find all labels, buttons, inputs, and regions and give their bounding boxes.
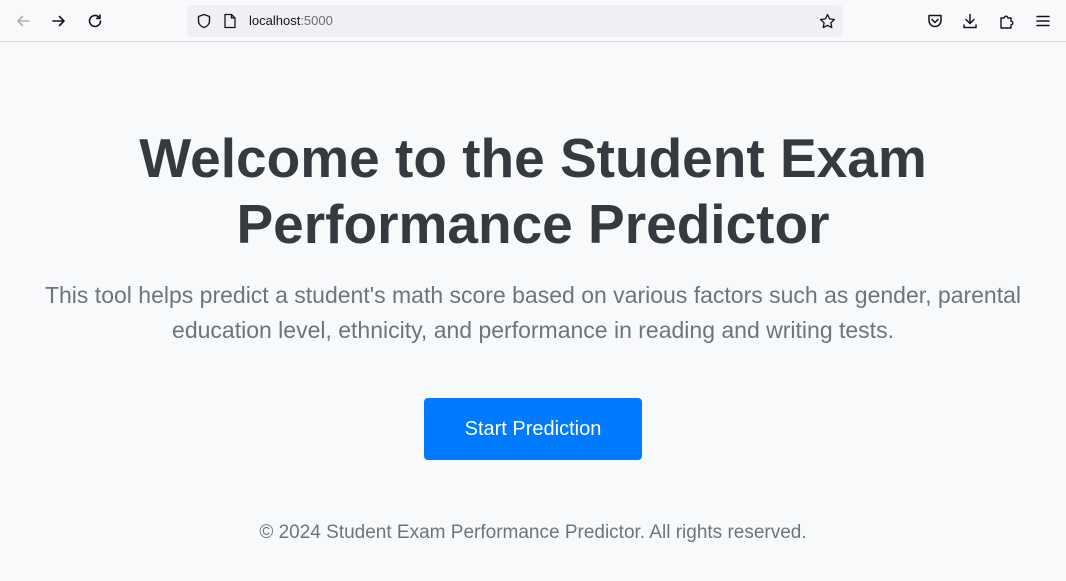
- arrow-left-icon: [17, 15, 30, 27]
- address-bar[interactable]: localhost:5000: [187, 5, 843, 37]
- shield-icon[interactable]: [194, 11, 214, 31]
- download-icon: [963, 13, 977, 29]
- app-menu-button[interactable]: [1028, 6, 1058, 36]
- arrow-right-icon: [52, 15, 65, 27]
- url-port: :5000: [300, 13, 333, 28]
- start-prediction-button[interactable]: Start Prediction: [424, 398, 642, 460]
- reload-button[interactable]: [80, 6, 110, 36]
- page-icon[interactable]: [221, 12, 239, 30]
- reload-icon: [88, 14, 102, 28]
- forward-button[interactable]: [44, 6, 74, 36]
- page-title: Welcome to the Student Exam Performance …: [139, 127, 927, 255]
- page-content: Welcome to the Student Exam Performance …: [0, 42, 1066, 581]
- page-description: This tool helps predict a student's math…: [44, 282, 1022, 343]
- puzzle-icon: [1000, 15, 1014, 29]
- url-host: localhost: [249, 13, 301, 28]
- hamburger-menu-icon: [1036, 15, 1050, 27]
- pocket-icon: [928, 14, 942, 28]
- url-text[interactable]: localhost:5000: [249, 13, 333, 28]
- downloads-button[interactable]: [955, 6, 985, 36]
- footer-text: © 2024 Student Exam Performance Predicto…: [259, 522, 807, 543]
- pocket-button[interactable]: [920, 6, 950, 36]
- browser-toolbar: localhost:5000: [0, 0, 1066, 42]
- star-icon[interactable]: [817, 11, 837, 31]
- extensions-button[interactable]: [992, 6, 1022, 36]
- back-button[interactable]: [8, 6, 38, 36]
